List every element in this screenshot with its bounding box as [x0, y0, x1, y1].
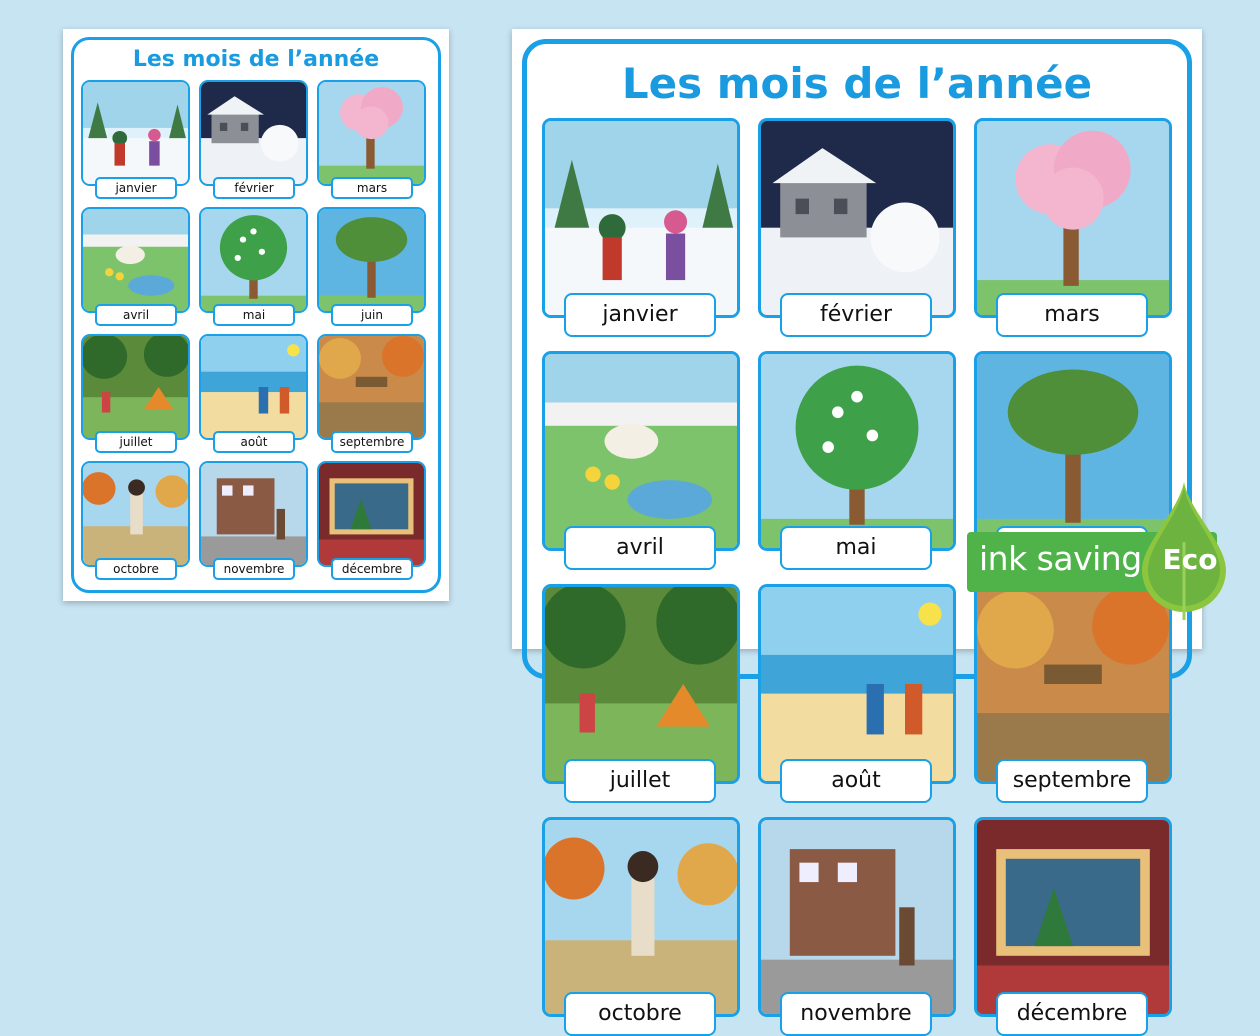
month-illustration [545, 354, 737, 548]
month-illustration [83, 336, 188, 438]
month-card [974, 118, 1172, 318]
month-card [81, 461, 190, 567]
small-poster-title: Les mois de l’année [132, 47, 380, 72]
month-label: décembre [331, 558, 413, 580]
month-illustration [319, 209, 424, 311]
month-card [542, 584, 740, 784]
month-card [758, 118, 956, 318]
month-illustration [83, 209, 188, 311]
month-label: décembre [996, 992, 1148, 1036]
month-card [317, 461, 426, 567]
month-illustration [201, 336, 306, 438]
month-illustration [319, 463, 424, 565]
month-illustration [761, 354, 953, 548]
month-card [758, 584, 956, 784]
month-card [317, 80, 426, 186]
month-label: juillet [95, 431, 177, 453]
month-illustration [201, 463, 306, 565]
month-label: octobre [564, 992, 716, 1036]
month-label: août [780, 759, 932, 803]
month-illustration [201, 82, 306, 184]
month-illustration [977, 820, 1169, 1014]
month-illustration [83, 82, 188, 184]
month-card [199, 80, 308, 186]
small-poster: Les mois de l’année janvier février mars av… [63, 29, 449, 601]
month-label: février [213, 177, 295, 199]
ink-saving-text: ink saving [979, 539, 1142, 578]
month-illustration [319, 82, 424, 184]
month-label: janvier [564, 293, 716, 337]
month-card [81, 80, 190, 186]
month-card [81, 207, 190, 313]
month-label: mars [996, 293, 1148, 337]
month-illustration [761, 587, 953, 781]
month-illustration [761, 820, 953, 1014]
month-card [81, 334, 190, 440]
month-card [317, 207, 426, 313]
month-label: juin [331, 304, 413, 326]
month-illustration [545, 820, 737, 1014]
month-label: septembre [331, 431, 413, 453]
month-label: octobre [95, 558, 177, 580]
month-label: août [213, 431, 295, 453]
month-label: septembre [996, 759, 1148, 803]
month-illustration [83, 463, 188, 565]
month-label: janvier [95, 177, 177, 199]
month-illustration [201, 209, 306, 311]
month-label: novembre [213, 558, 295, 580]
month-label: avril [95, 304, 177, 326]
month-card [758, 817, 956, 1017]
eco-label: Eco [1162, 543, 1218, 576]
month-label: février [780, 293, 932, 337]
month-card [542, 351, 740, 551]
month-label: mai [213, 304, 295, 326]
month-label: juillet [564, 759, 716, 803]
month-label: mars [331, 177, 413, 199]
month-card [199, 207, 308, 313]
month-illustration [545, 121, 737, 315]
month-illustration [761, 121, 953, 315]
large-poster-title: Les mois de l’année [621, 59, 1093, 108]
month-illustration [319, 336, 424, 438]
month-card [199, 334, 308, 440]
month-illustration [977, 121, 1169, 315]
month-card [542, 118, 740, 318]
month-label: mai [780, 526, 932, 570]
month-illustration [545, 587, 737, 781]
month-card [317, 334, 426, 440]
month-card [758, 351, 956, 551]
month-card [199, 461, 308, 567]
month-card [542, 817, 740, 1017]
month-label: avril [564, 526, 716, 570]
month-card [974, 817, 1172, 1017]
month-label: novembre [780, 992, 932, 1036]
